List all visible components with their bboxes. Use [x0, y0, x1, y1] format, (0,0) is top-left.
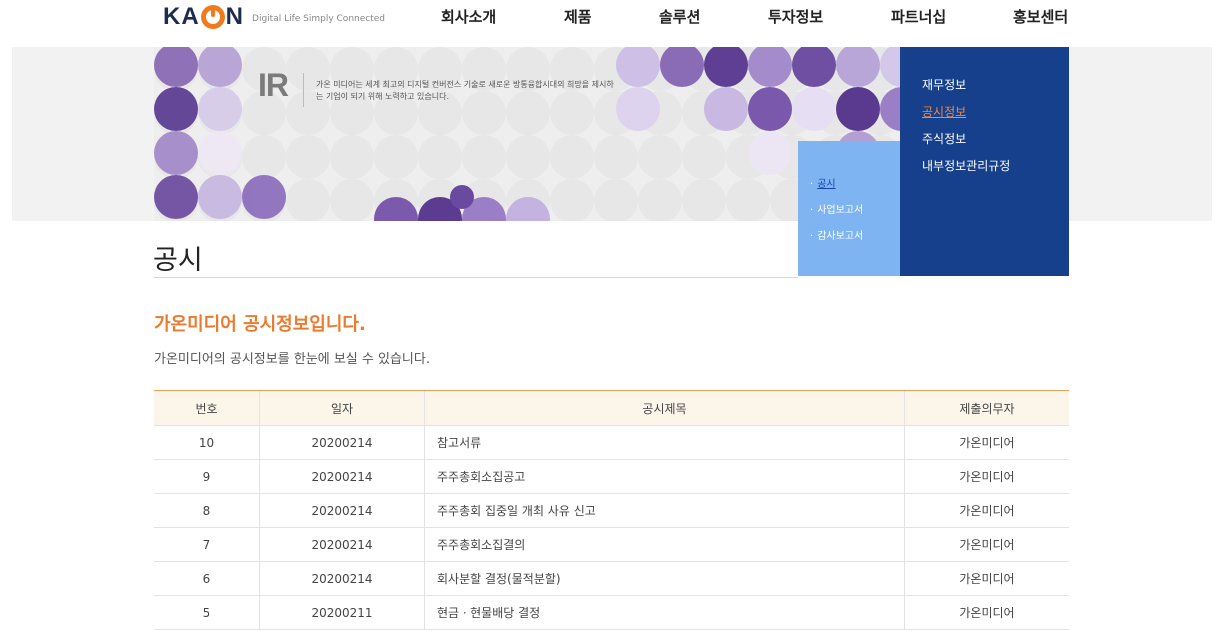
row-number: 10: [154, 426, 260, 459]
row-submitter: 가온미디어: [959, 470, 1015, 484]
page-title: 공시: [153, 245, 203, 276]
row-submitter: 가온미디어: [959, 538, 1015, 552]
table-row[interactable]: 10 20200214 참고서류 가온미디어: [154, 426, 1069, 460]
row-number: 5: [154, 596, 260, 629]
sub-menu-business-report[interactable]: · 사업보고서: [810, 201, 863, 216]
nav-item-solutions[interactable]: 솔루션: [659, 6, 700, 27]
logo-tagline: Digital Life Simply Connected: [252, 14, 385, 24]
row-title-link[interactable]: 주주총회소집결의: [425, 528, 905, 561]
banner-title: IR: [258, 67, 289, 103]
row-number: 6: [154, 562, 260, 595]
logo-wordmark: KA N: [163, 3, 244, 31]
row-submitter: 가온미디어: [959, 436, 1015, 450]
row-date: 20200214: [260, 426, 425, 459]
side-menu-stock[interactable]: 주식정보: [922, 130, 966, 147]
power-o-icon: [200, 5, 225, 29]
nav-item-partnership[interactable]: 파트너십: [891, 6, 946, 27]
row-title-link[interactable]: 회사분할 결정(물적분할): [425, 562, 905, 595]
header-title: 공시제목: [425, 391, 905, 425]
disclosure-sub-menu: · 공시 · 사업보고서 · 감사보고서: [798, 141, 900, 276]
table-row[interactable]: 8 20200214 주주총회 집중일 개최 사유 신고 가온미디어: [154, 494, 1069, 528]
row-number: 7: [154, 528, 260, 561]
banner-divider: [303, 73, 304, 107]
logo-text-left: KA: [163, 3, 200, 30]
bullet-icon: ·: [810, 205, 814, 216]
logo-text-right: N: [225, 3, 245, 30]
sub-menu-label: 공시: [817, 179, 836, 190]
row-date: 20200214: [260, 460, 425, 493]
row-title-link[interactable]: 주주총회 집중일 개최 사유 신고: [425, 494, 905, 527]
row-submitter: 가온미디어: [959, 504, 1015, 518]
side-menu-financial[interactable]: 재무정보: [922, 76, 966, 93]
section-title: 가온미디어 공시정보입니다.: [154, 314, 366, 335]
row-title-link[interactable]: 주주총회소집공고: [425, 460, 905, 493]
sub-menu-label: 감사보고서: [817, 231, 864, 242]
nav-item-ir[interactable]: 투자정보: [768, 6, 823, 27]
row-title-link[interactable]: 참고서류: [425, 426, 905, 459]
row-date: 20200211: [260, 596, 425, 629]
nav-item-company[interactable]: 회사소개: [441, 6, 496, 27]
header-date: 일자: [260, 391, 425, 425]
table-row[interactable]: 9 20200214 주주총회소집공고 가온미디어: [154, 460, 1069, 494]
row-date: 20200214: [260, 562, 425, 595]
bullet-icon: ·: [810, 179, 814, 190]
ir-banner: IR 가온 미디어는 세계 최고의 디지털 컨버전스 기술로 새로운 방통융합시…: [154, 47, 900, 221]
row-date: 20200214: [260, 528, 425, 561]
header-number: 번호: [154, 391, 260, 425]
side-menu-internal-info[interactable]: 내부정보관리규정: [922, 157, 1010, 174]
row-title-link[interactable]: 현금ㆍ현물배당 결정: [425, 596, 905, 629]
row-number: 8: [154, 494, 260, 527]
row-number: 9: [154, 460, 260, 493]
row-date: 20200214: [260, 494, 425, 527]
banner-description: 가온 미디어는 세계 최고의 디지털 컨버전스 기술로 새로운 방통융합시대의 …: [316, 80, 614, 101]
sub-menu-label: 사업보고서: [817, 205, 864, 216]
kaon-logo[interactable]: KA N Digital Life Simply Connected: [163, 3, 385, 31]
table-header-row: 번호 일자 공시제목 제출의무자: [154, 391, 1069, 426]
section-subtitle: 가온미디어의 공시정보를 한눈에 보실 수 있습니다.: [154, 352, 430, 367]
table-row[interactable]: 6 20200214 회사분할 결정(물적분할) 가온미디어: [154, 562, 1069, 596]
row-submitter: 가온미디어: [959, 606, 1015, 620]
ir-side-menu: 재무정보 공시정보 주식정보 내부정보관리규정: [894, 47, 1069, 276]
nav-item-products[interactable]: 제품: [564, 6, 592, 27]
table-row[interactable]: 7 20200214 주주총회소집결의 가온미디어: [154, 528, 1069, 562]
sub-menu-audit-report[interactable]: · 감사보고서: [810, 227, 863, 242]
table-row[interactable]: 5 20200211 현금ㆍ현물배당 결정 가온미디어: [154, 596, 1069, 630]
bullet-icon: ·: [810, 231, 814, 242]
side-menu-disclosure[interactable]: 공시정보: [922, 103, 966, 120]
sub-menu-disclosure[interactable]: · 공시: [810, 175, 836, 190]
disclosure-table: 번호 일자 공시제목 제출의무자 10 20200214 참고서류 가온미디어 …: [154, 390, 1069, 630]
nav-item-pr-center[interactable]: 홍보센터: [1013, 6, 1068, 27]
top-navigation: KA N Digital Life Simply Connected 회사소개 …: [0, 0, 1222, 47]
header-submitter: 제출의무자: [959, 401, 1015, 416]
title-divider: [154, 277, 798, 278]
row-submitter: 가온미디어: [959, 572, 1015, 586]
